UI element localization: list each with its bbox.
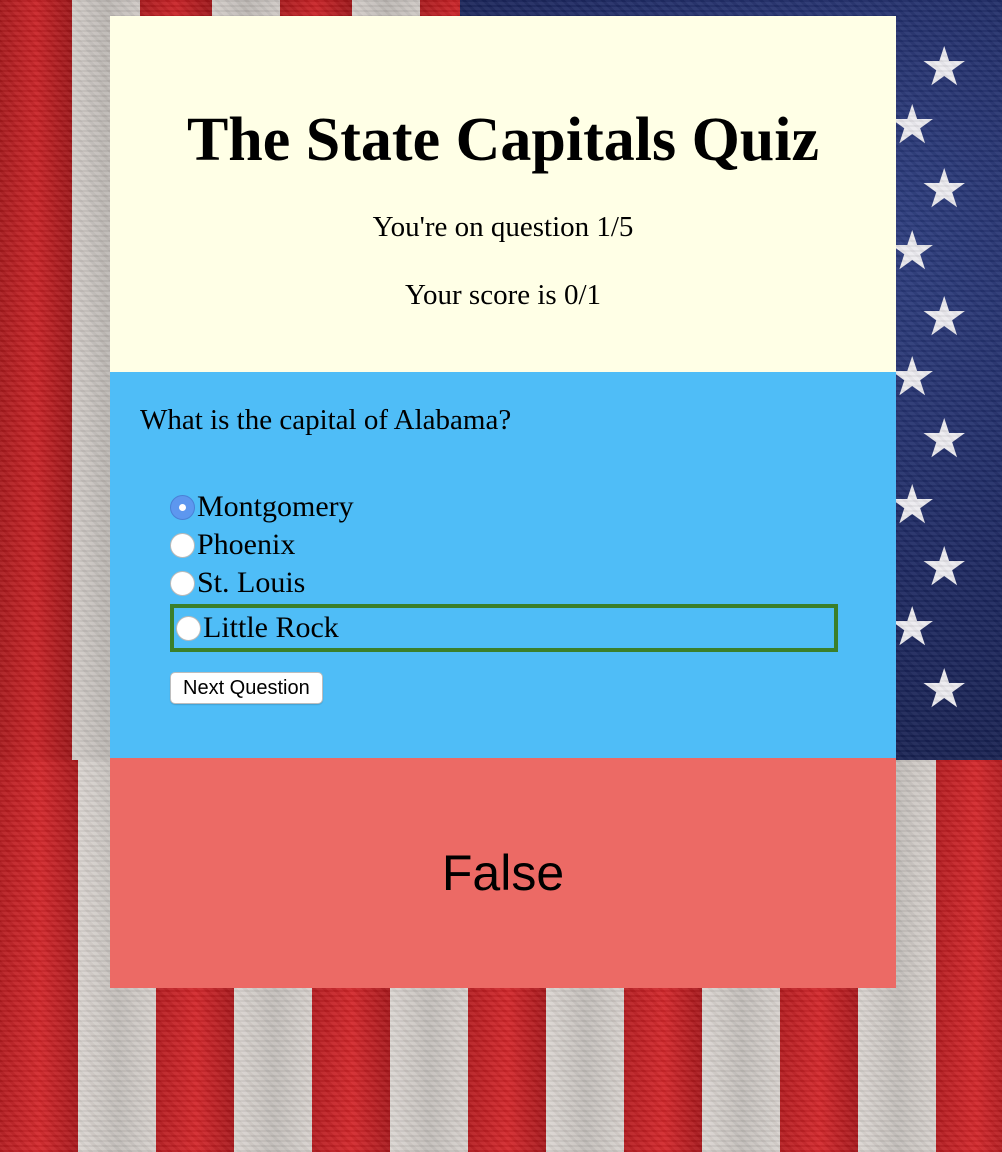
answer-option-label: Phoenix [197, 528, 296, 561]
radio-button[interactable] [170, 570, 195, 596]
star-icon: ★ [920, 657, 969, 720]
result-text: False [441, 845, 565, 901]
answer-option-label: Little Rock [203, 611, 339, 644]
question-panel: What is the capital of Alabama? Montgome… [110, 372, 896, 758]
score-display: Your score is 0/1 [404, 279, 602, 311]
answer-option-label: St. Louis [197, 566, 306, 599]
radio-button-selected[interactable] [170, 494, 195, 520]
answer-option-montgomery[interactable]: Montgomery [170, 488, 838, 526]
answer-option-st-louis[interactable]: St. Louis [170, 564, 838, 602]
answer-option-label: Montgomery [197, 490, 354, 523]
star-icon: ★ [920, 285, 969, 348]
question-progress: You're on question 1/5 [372, 211, 634, 243]
star-icon: ★ [920, 157, 969, 220]
page-title: The State Capitals Quiz [186, 106, 820, 174]
answer-option-little-rock[interactable]: Little Rock [170, 604, 838, 652]
result-panel: False [110, 758, 896, 988]
radio-button[interactable] [170, 532, 195, 558]
star-icon: ★ [920, 407, 969, 470]
star-icon: ★ [920, 535, 969, 598]
radio-button[interactable] [176, 615, 201, 641]
quiz-header: The State Capitals Quiz You're on questi… [110, 16, 896, 372]
answer-options: Montgomery Phoenix St. Louis Little Rock [140, 488, 866, 652]
answer-option-phoenix[interactable]: Phoenix [170, 526, 838, 564]
star-icon: ★ [920, 35, 969, 98]
quiz-container: The State Capitals Quiz You're on questi… [110, 16, 896, 988]
next-question-button[interactable]: Next Question [170, 672, 323, 704]
question-text: What is the capital of Alabama? [140, 404, 512, 436]
